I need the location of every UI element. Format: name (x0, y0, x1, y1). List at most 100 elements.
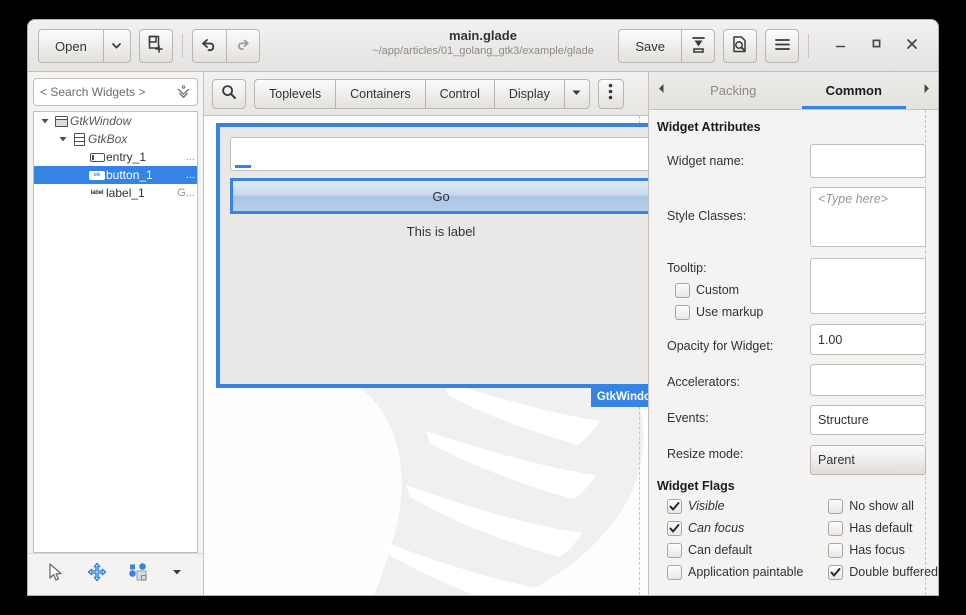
open-dropdown-button[interactable] (102, 29, 131, 63)
pointer-select-icon (47, 562, 65, 587)
checkbox-box (675, 282, 690, 298)
new-project-button[interactable] (138, 29, 173, 63)
widget-tree[interactable]: GtkWindow GtkBox entry_1... ok button_1...la… (33, 111, 198, 553)
header-separator (181, 34, 183, 58)
flag-label: Double buffered (849, 565, 938, 579)
flag-has-default[interactable]: Has default (828, 517, 938, 539)
tree-item-label: label_1 (106, 186, 145, 200)
resize-mode-combo[interactable]: Parent (810, 445, 926, 475)
pointer-select-tool[interactable] (47, 562, 65, 587)
palette-tab-containers[interactable]: Containers (335, 78, 425, 109)
palette-tab-toplevels[interactable]: Toplevels (254, 78, 336, 109)
checkbox-box (828, 564, 844, 580)
flag-can-focus[interactable]: Can focus (667, 517, 828, 539)
palette-search-button[interactable] (212, 78, 246, 109)
flag-label: Can focus (688, 521, 745, 535)
new-document-icon (147, 35, 164, 57)
preview-button[interactable] (723, 29, 757, 63)
widget-name-input[interactable] (810, 144, 926, 178)
design-gtkbox[interactable]: Go This is label (220, 127, 648, 384)
checkbox-box (828, 498, 844, 514)
search-widgets-input[interactable]: < Search Widgets > (33, 78, 198, 106)
flag-double-buffered[interactable]: Double buffered (828, 561, 938, 583)
main-body: < Search Widgets > GtkWindow GtkBox entry_… (28, 72, 938, 595)
accelerators-input[interactable] (810, 364, 926, 396)
redo-arrow-icon (235, 38, 250, 54)
tree-item-icon (88, 152, 106, 162)
property-tabs-next[interactable] (914, 72, 938, 109)
header-separator-2 (808, 34, 809, 58)
redo-button[interactable] (225, 29, 260, 63)
tree-item-gtkbox[interactable]: GtkBox (34, 130, 197, 148)
checkbox-box (667, 498, 682, 514)
property-editor-pane: Packing Common Widget Attributes Widget … (648, 72, 938, 595)
design-button-widget[interactable]: Go (230, 178, 648, 214)
tree-expander-spacer (74, 168, 88, 182)
chevron-down-icon (571, 86, 582, 101)
tab-common[interactable]: Common (794, 72, 915, 109)
tree-item-extra: G... (177, 187, 195, 199)
widget-flags-right-column: No show all Has default Has focus Double bu… (828, 495, 938, 583)
save-button[interactable]: Save (618, 29, 681, 63)
palette-tab-control[interactable]: Control (424, 78, 494, 109)
palette-tab-display[interactable]: Display (493, 78, 564, 109)
flag-label: Can default (688, 543, 752, 557)
resize-margin-icon (128, 562, 148, 587)
flag-has-focus[interactable]: Has focus (828, 539, 938, 561)
tree-item-button_1[interactable]: ok button_1... (34, 166, 197, 184)
property-tab-bar: Packing Common (649, 72, 938, 110)
main-menu-button[interactable] (765, 29, 799, 63)
checkbox-box (667, 520, 682, 536)
tooltip-input[interactable] (810, 258, 926, 314)
design-area-pane: Toplevels Containers Control Display Go … (204, 72, 648, 595)
property-scroll-area[interactable]: Widget Attributes Widget name: Style Cla… (649, 110, 938, 595)
close-button[interactable] (894, 29, 930, 63)
flag-can-default[interactable]: Can default (667, 539, 828, 561)
palette-menu-button[interactable] (597, 78, 624, 109)
style-classes-input[interactable]: <Type here> (810, 187, 926, 247)
tree-item-icon (70, 132, 88, 146)
vertical-dots-icon (608, 83, 613, 105)
tree-item-extra: ... (185, 151, 195, 163)
events-input[interactable]: Structure (810, 405, 926, 435)
tree-item-gtkwindow[interactable]: GtkWindow (34, 112, 197, 130)
minimize-icon (834, 37, 847, 55)
save-button-group: Save (618, 29, 715, 63)
undo-button[interactable] (191, 29, 226, 63)
design-canvas[interactable]: Go This is label GtkWindow (204, 116, 648, 595)
section-widget-attributes: Widget Attributes (657, 120, 761, 134)
hamburger-menu-icon (774, 38, 791, 54)
flag-visible[interactable]: Visible (667, 495, 828, 517)
undo-arrow-icon (201, 37, 218, 55)
design-gtkwindow[interactable]: Go This is label GtkWindow (216, 123, 648, 407)
design-label-widget[interactable]: This is label (230, 224, 648, 239)
move-drag-tool[interactable] (87, 562, 107, 587)
resize-margin-tool[interactable] (128, 562, 148, 587)
tree-item-label_1[interactable]: label label_1 G... (34, 184, 197, 202)
double-chevron-down-icon[interactable] (176, 84, 191, 100)
undo-redo-group (191, 29, 260, 63)
flag-label: Has default (849, 521, 913, 535)
left-tool-bar (28, 553, 203, 595)
flag-no-show-all[interactable]: No show all (828, 495, 938, 517)
tree-expander-icon[interactable] (38, 114, 52, 128)
flag-application-paintable[interactable]: Application paintable (667, 561, 828, 583)
save-as-button[interactable] (681, 29, 715, 63)
minimize-button[interactable] (822, 29, 858, 63)
tab-packing[interactable]: Packing (673, 72, 794, 109)
maximize-button[interactable] (858, 29, 894, 63)
flag-label: Has focus (849, 543, 905, 557)
tree-item-extra: ... (185, 169, 195, 181)
header-right-controls: Save (618, 29, 930, 63)
opacity-input[interactable]: 1.00 (810, 324, 926, 355)
open-button-group: Open (38, 29, 131, 63)
open-button[interactable]: Open (38, 29, 103, 63)
tree-item-label: GtkBox (88, 132, 128, 146)
design-entry-widget[interactable] (230, 137, 648, 171)
tree-expander-icon[interactable] (56, 132, 70, 146)
palette-toolbar: Toplevels Containers Control Display (204, 72, 648, 116)
property-tabs-prev[interactable] (649, 72, 673, 109)
palette-overflow-button[interactable] (563, 78, 590, 109)
left-tools-overflow[interactable] (170, 565, 184, 584)
tree-item-entry_1[interactable]: entry_1... (34, 148, 197, 166)
